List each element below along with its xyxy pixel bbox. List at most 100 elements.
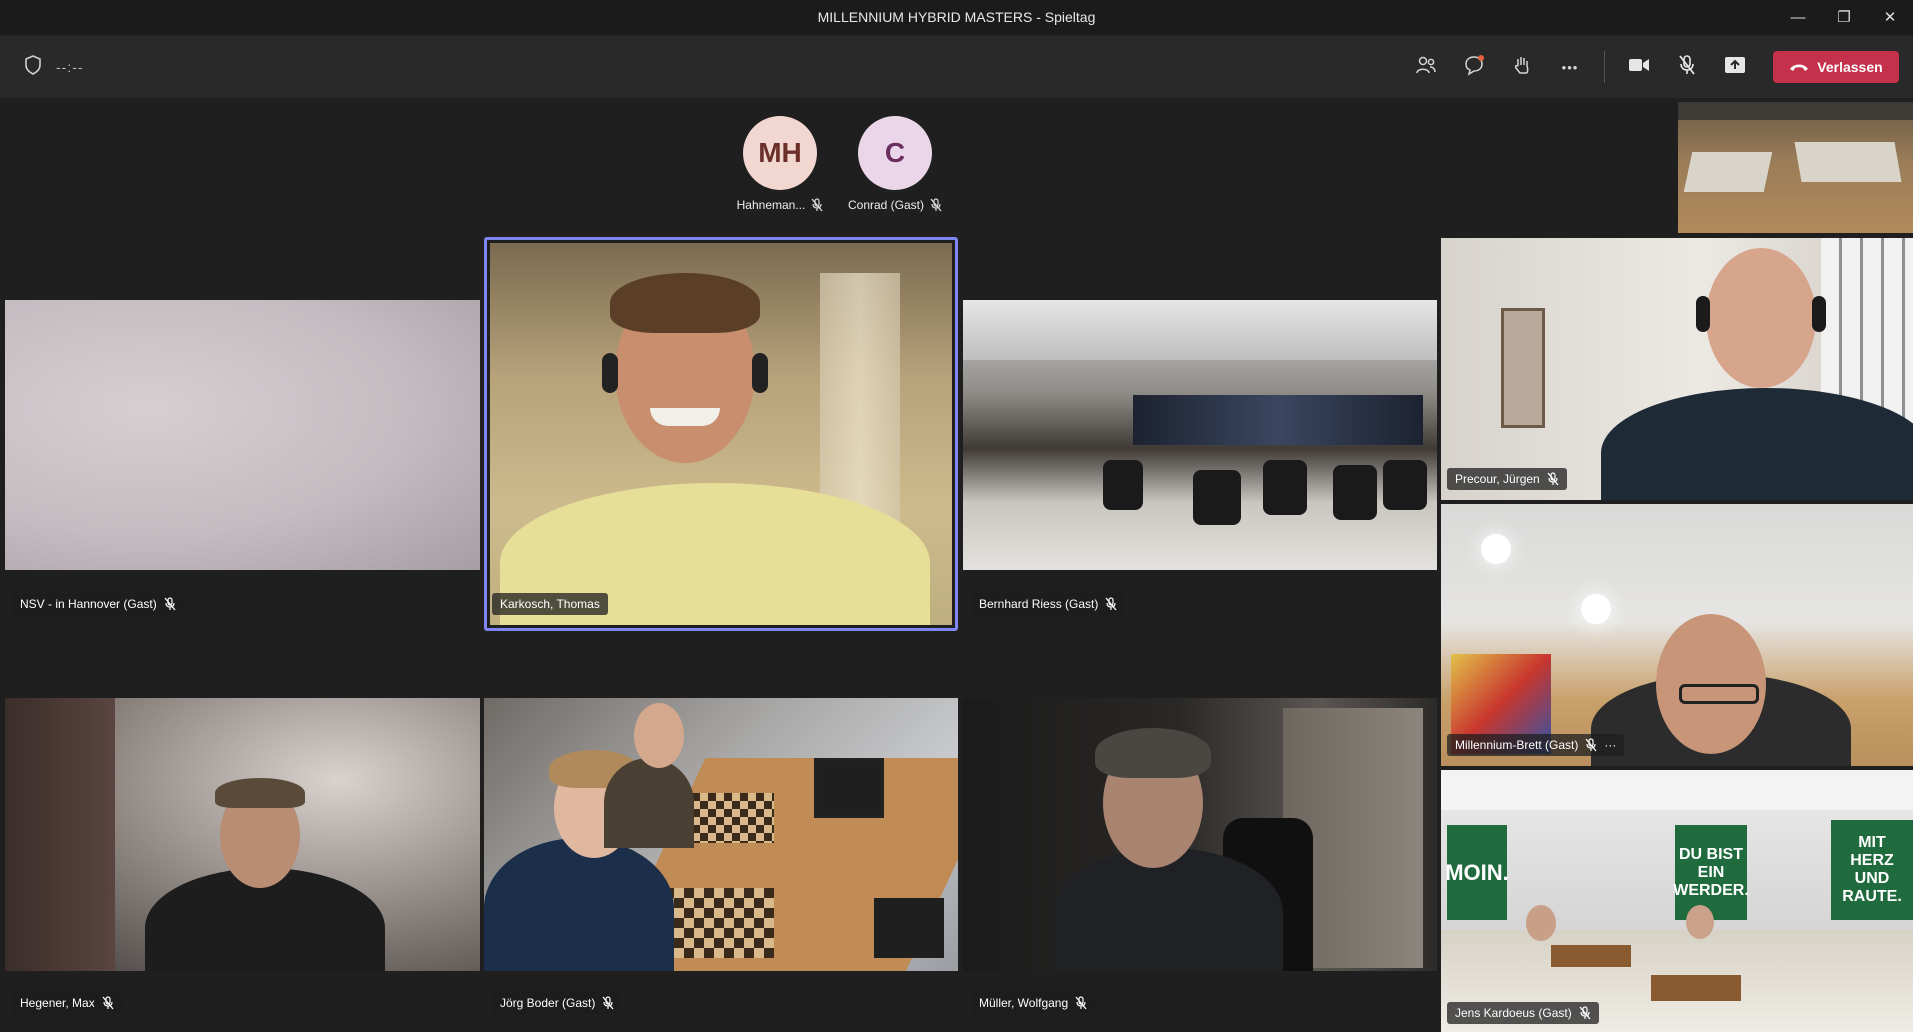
video-tile-precour[interactable] (1441, 238, 1913, 500)
person-head (1706, 248, 1816, 388)
mic-muted-icon (811, 198, 823, 212)
window-strip (1133, 395, 1423, 445)
shield-icon[interactable] (24, 54, 42, 80)
person-body (1053, 848, 1283, 971)
person-body (604, 758, 694, 848)
video-tile-kardoeus[interactable]: MOIN. DU BIST EIN WERDER. MIT HERZ UND R… (1441, 770, 1913, 1032)
leave-button[interactable]: Verlassen (1773, 51, 1899, 83)
reactions-button[interactable] (1498, 47, 1546, 87)
ceiling-shape (963, 300, 1437, 360)
chair-shape (1333, 465, 1377, 520)
chair-shape (1103, 460, 1143, 510)
video-stage: MH Hahneman... C Conrad (Gast) NSV - in … (0, 98, 1913, 1032)
video-tile-hegener[interactable] (5, 698, 480, 971)
person-head (1526, 905, 1556, 941)
video-camera-icon (1628, 57, 1650, 78)
participant-name: Karkosch, Thomas (500, 597, 600, 611)
restore-icon[interactable]: ❐ (1821, 0, 1867, 34)
meeting-toolbar: --:-- ••• Verlassen (0, 36, 1913, 98)
mic-muted-icon (930, 198, 942, 212)
video-tile-mueller[interactable] (963, 698, 1437, 971)
mic-muted-icon (602, 996, 614, 1010)
chat-button[interactable] (1450, 47, 1498, 87)
smile-shape (650, 408, 720, 426)
chess-board (1551, 945, 1631, 967)
mic-muted-icon (1105, 597, 1117, 611)
table-shape (1794, 142, 1902, 182)
monitor-shape (814, 758, 884, 818)
mic-muted-icon (1677, 54, 1697, 81)
participant-name: Müller, Wolfgang (979, 996, 1069, 1010)
window-controls: — ❐ ✕ (1775, 0, 1913, 34)
minimize-icon[interactable]: — (1775, 0, 1821, 34)
participant-nameplate: Jens Kardoeus (Gast) (1447, 1002, 1599, 1024)
chair-shape (1193, 470, 1241, 525)
participant-name: Precour, Jürgen (1455, 472, 1540, 486)
raise-hand-icon (1511, 54, 1533, 81)
headset-shape (1696, 296, 1710, 332)
laptop-shape (874, 898, 944, 958)
window-title: MILLENNIUM HYBRID MASTERS - Spieltag (817, 9, 1096, 25)
avatar: MH (743, 116, 817, 190)
glasses-shape (1679, 684, 1759, 704)
people-icon (1415, 55, 1437, 80)
leave-label: Verlassen (1817, 59, 1883, 75)
participant-nameplate: Millennium-Brett (Gast) ··· (1447, 734, 1625, 756)
video-tile-millennium[interactable] (1441, 504, 1913, 766)
wall-scroll (1501, 308, 1545, 428)
participant-nameplate: Müller, Wolfgang (971, 992, 1096, 1014)
mic-muted-icon (164, 597, 176, 611)
participant-nameplate: Jörg Boder (Gast) (492, 992, 623, 1014)
video-tile-karkosch[interactable] (490, 243, 952, 625)
participant-name: Bernhard Riess (Gast) (979, 597, 1099, 611)
participant-nameplate: Precour, Jürgen (1447, 468, 1567, 490)
video-tile-boder[interactable] (484, 698, 958, 971)
person-head (1686, 905, 1714, 939)
mic-muted-icon (102, 996, 114, 1010)
video-tile-nsv[interactable] (5, 300, 480, 570)
chair-shape (1383, 460, 1427, 510)
chat-icon (1463, 54, 1485, 81)
banner-moin: MOIN. (1445, 825, 1509, 920)
camera-button[interactable] (1615, 47, 1663, 87)
mic-button[interactable] (1663, 47, 1711, 87)
person-hair (1095, 728, 1211, 778)
person-hair (215, 778, 305, 808)
share-button[interactable] (1711, 47, 1759, 87)
participant-name: Millennium-Brett (Gast) (1455, 738, 1579, 752)
mic-muted-icon (1075, 996, 1087, 1010)
close-icon[interactable]: ✕ (1867, 0, 1913, 34)
participants-button[interactable] (1402, 47, 1450, 87)
headset-shape (1812, 296, 1826, 332)
participant-video (5, 300, 480, 570)
chess-board (684, 793, 774, 843)
person-hair (610, 273, 760, 333)
meeting-timer: --:-- (56, 59, 84, 75)
participant-name: NSV - in Hannover (Gast) (20, 597, 157, 611)
participant-name: Conrad (Gast) (847, 198, 925, 212)
participant-name-row: Hahneman... (725, 198, 835, 212)
person-body (484, 838, 674, 971)
more-actions-button[interactable]: ••• (1546, 47, 1594, 87)
toolbar-divider (1604, 51, 1605, 83)
mic-muted-icon (1579, 1006, 1591, 1020)
audio-participant[interactable]: MH Hahneman... (725, 116, 835, 212)
mic-muted-icon (1585, 738, 1597, 752)
ceiling-shape (1441, 770, 1913, 810)
participant-more-button[interactable]: ··· (1604, 738, 1616, 752)
participant-name: Jörg Boder (Gast) (500, 996, 596, 1010)
banner-raute: MIT HERZ UND RAUTE. (1831, 820, 1913, 920)
avatar: C (858, 116, 932, 190)
share-screen-icon (1724, 56, 1746, 79)
participant-nameplate: Bernhard Riess (Gast) (971, 593, 1126, 615)
chess-board (1651, 975, 1741, 1001)
audio-participant[interactable]: C Conrad (Gast) (840, 116, 950, 212)
participant-name: Hahneman... (736, 198, 806, 212)
hang-up-icon (1789, 59, 1809, 75)
video-tile-riess[interactable] (963, 300, 1437, 570)
more-icon: ••• (1561, 59, 1579, 75)
person-head (634, 703, 684, 768)
mic-muted-icon (1547, 472, 1559, 486)
self-view-thumbnail[interactable] (1678, 102, 1913, 233)
headset-shape (752, 353, 768, 393)
